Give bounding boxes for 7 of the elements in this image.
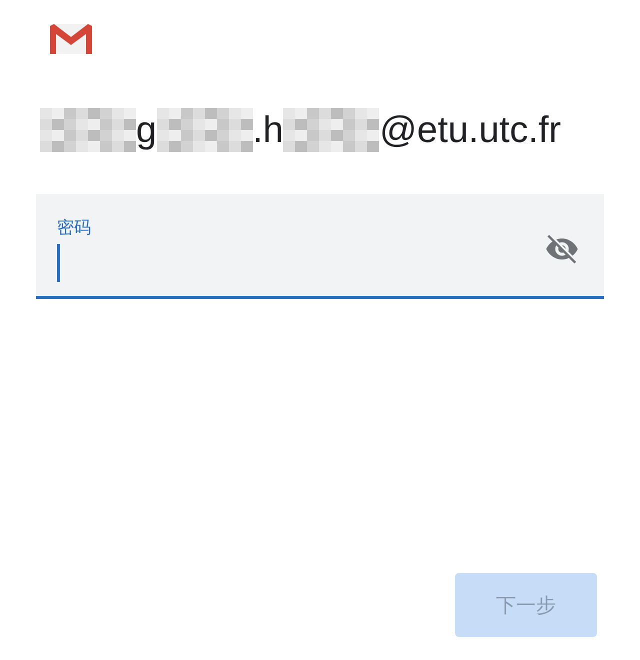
email-text: g [136,109,157,151]
text-cursor [57,244,60,282]
gmail-logo-icon [50,24,92,54]
field-label: 密码 [57,217,91,239]
password-field[interactable]: 密码 [36,194,604,299]
email-text: .h [252,109,284,151]
email-text: @etu.utc.fr [379,109,561,151]
